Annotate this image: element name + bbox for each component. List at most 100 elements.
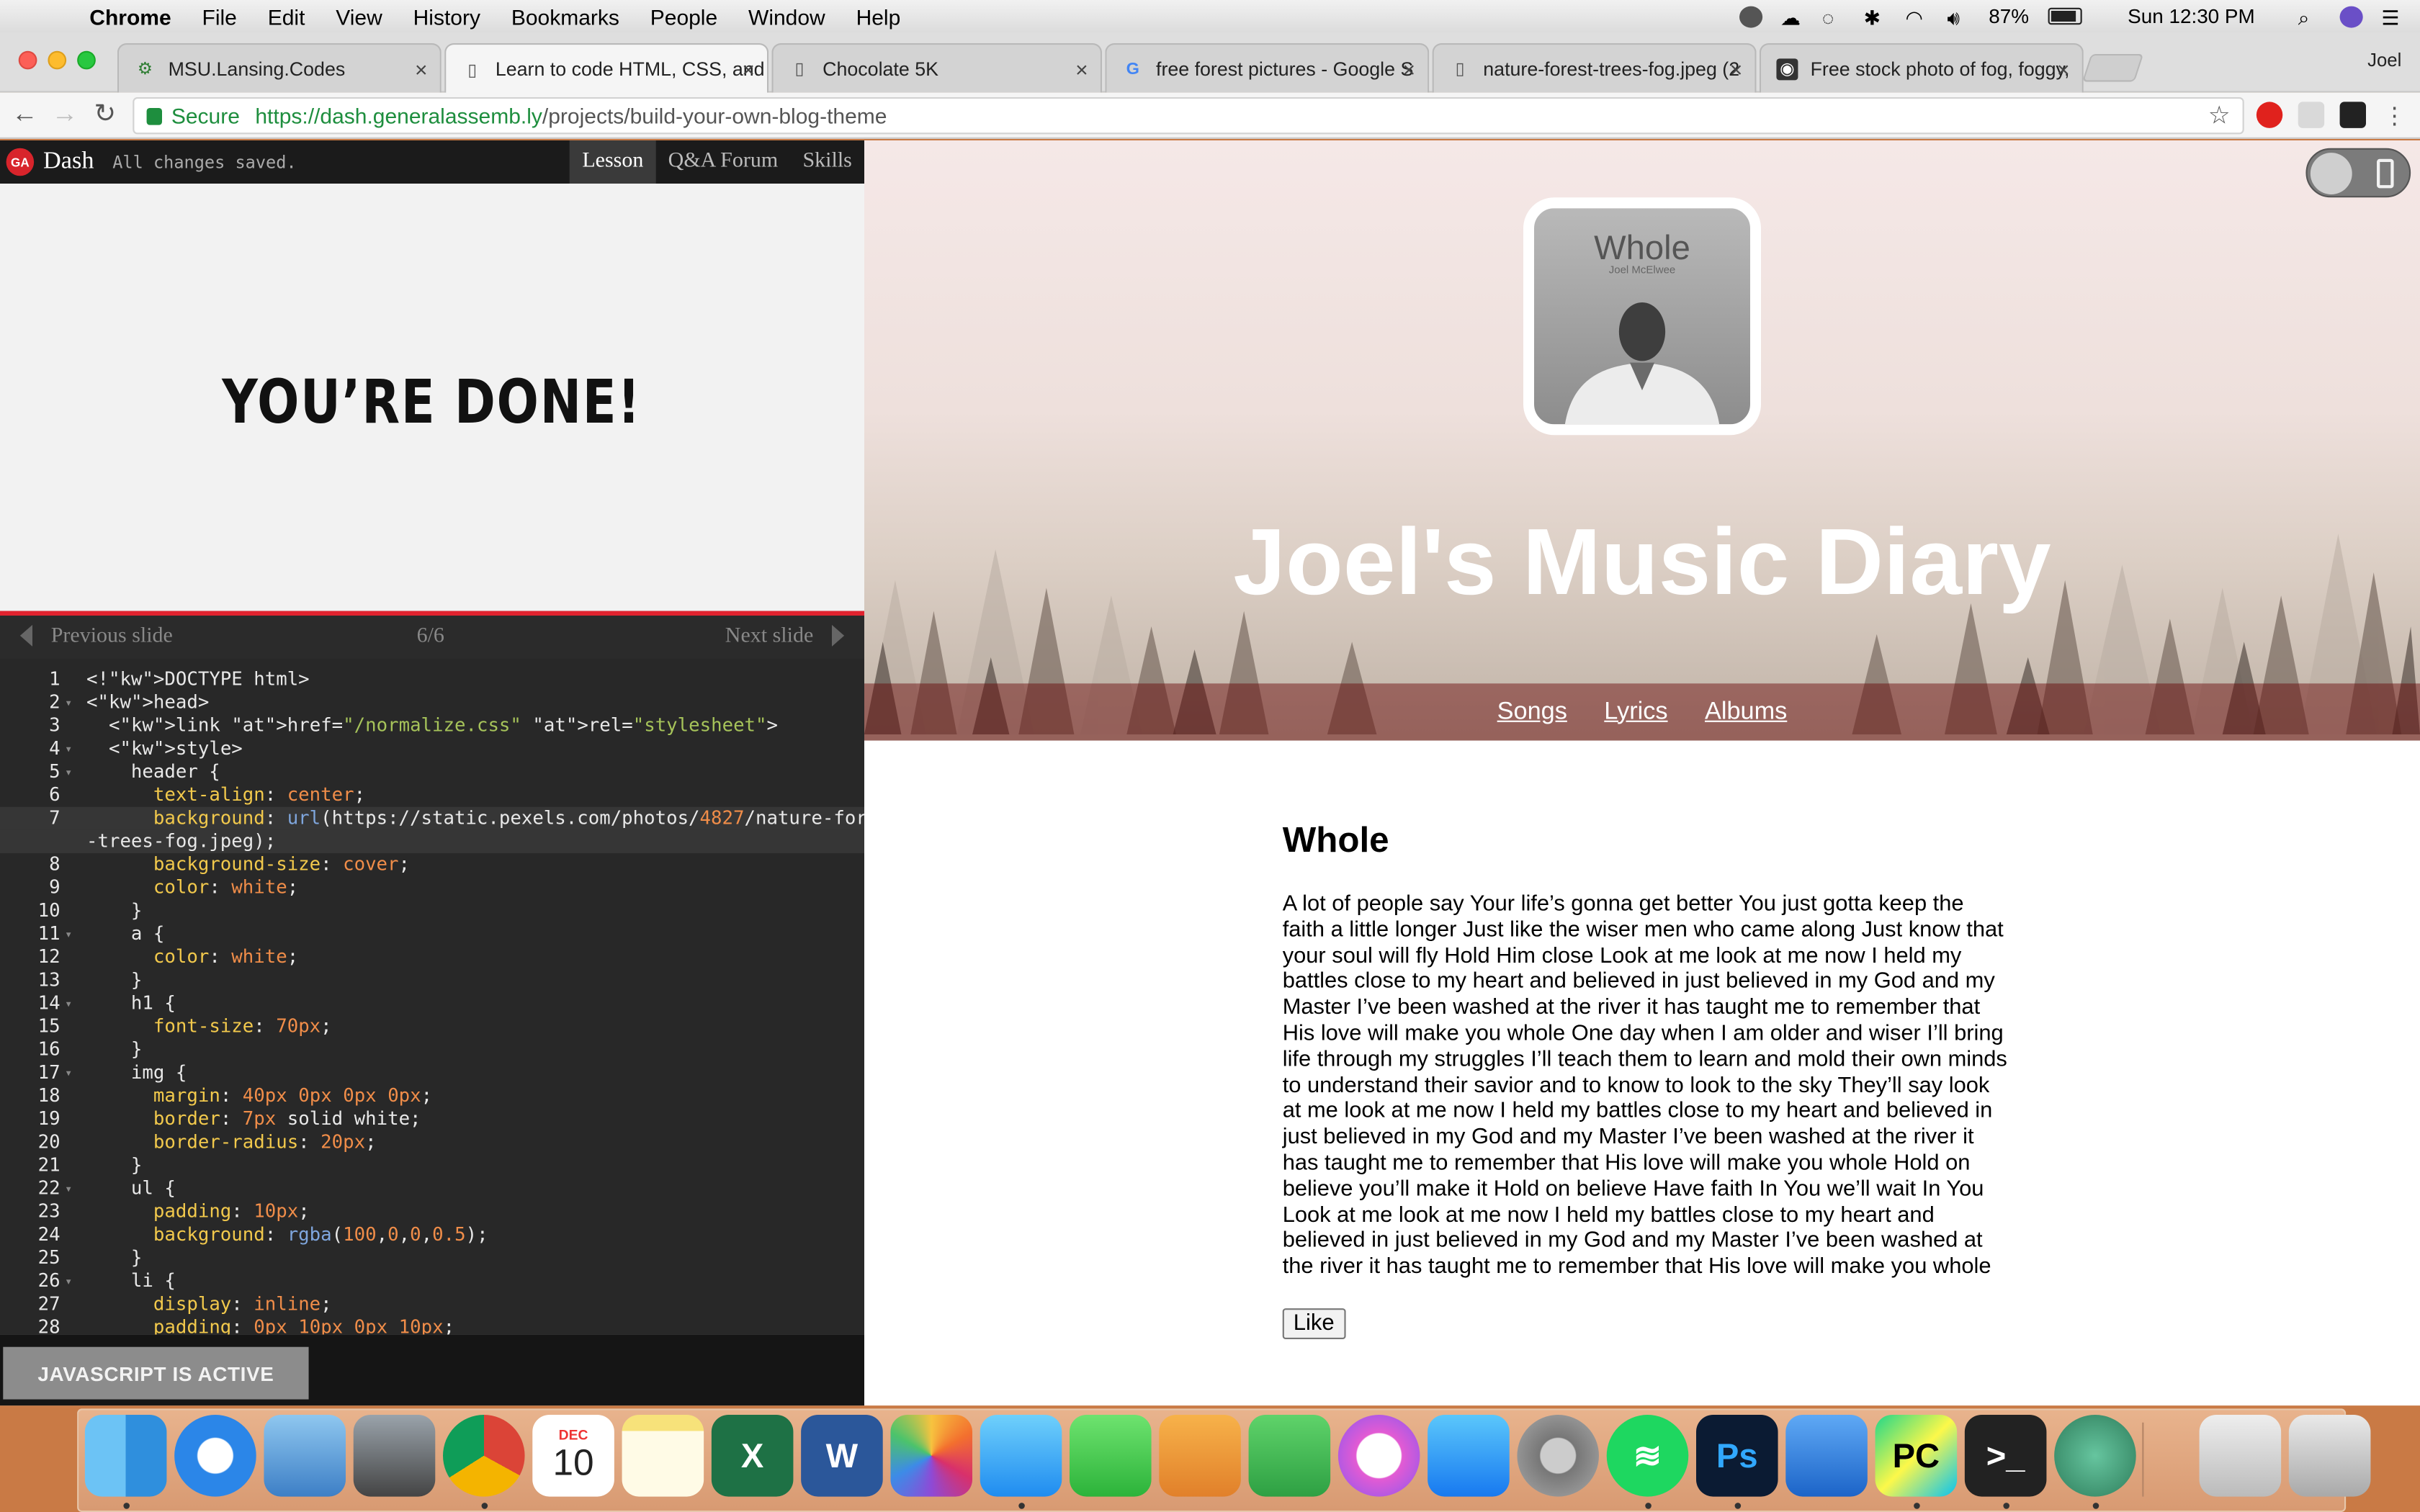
mail-icon[interactable]	[264, 1414, 346, 1497]
menu-bookmarks[interactable]: Bookmarks	[511, 4, 619, 28]
wifi-icon[interactable]: ◠	[1906, 6, 1929, 29]
cloud-upload-icon[interactable]: ☁	[1780, 6, 1803, 29]
word-icon[interactable]: W	[801, 1414, 883, 1497]
code-line[interactable]: 8 background-size: cover;	[0, 853, 864, 876]
close-tab-icon[interactable]: ×	[2057, 57, 2070, 81]
extension-icon[interactable]	[2298, 102, 2325, 128]
clock[interactable]: Sun 12:30 PM	[2128, 4, 2255, 27]
disk-utility-icon[interactable]	[353, 1414, 436, 1497]
code-line[interactable]: 13 }	[0, 969, 864, 992]
address-bar[interactable]: Secure https://dash.generalassemb.ly /pr…	[133, 97, 2244, 135]
new-tab-button[interactable]	[2081, 54, 2144, 82]
trash-icon[interactable]	[2288, 1414, 2371, 1497]
code-line[interactable]: 3 <"kw">link "at">href="/normalize.css" …	[0, 714, 864, 737]
dash-title[interactable]: Dash	[43, 148, 94, 176]
fold-arrow-icon[interactable]: ▾	[65, 922, 72, 945]
pages-icon[interactable]	[1159, 1414, 1241, 1497]
close-window-button[interactable]	[18, 50, 37, 70]
code-line[interactable]: 25 }	[0, 1246, 864, 1269]
code-line[interactable]: 17 ▾ img {	[0, 1061, 864, 1084]
tab-forest-image[interactable]: ▯ nature-forest-trees-fog.jpeg (2 ×	[1432, 43, 1757, 93]
siri-icon[interactable]	[2339, 5, 2363, 27]
code-line[interactable]: 24 background: rgba(100,0,0,0.5);	[0, 1223, 864, 1246]
tab-skills[interactable]: Skills	[790, 140, 864, 184]
tab-qa-forum[interactable]: Q&A Forum	[656, 140, 791, 184]
amazon-extension-icon[interactable]	[2339, 102, 2366, 128]
safari-icon[interactable]	[174, 1414, 256, 1497]
code-line[interactable]: 1 <!"kw">DOCTYPE html>	[0, 668, 864, 691]
xcode-icon[interactable]	[1785, 1414, 1868, 1497]
close-tab-icon[interactable]: ×	[742, 57, 755, 81]
finder-icon[interactable]	[84, 1414, 167, 1509]
reload-icon[interactable]: ↻	[89, 99, 120, 130]
app-store-icon[interactable]	[1428, 1414, 1510, 1497]
code-line[interactable]: 26 ▾ li {	[0, 1270, 864, 1293]
tab-lesson[interactable]: Lesson	[570, 140, 656, 184]
battery-icon[interactable]	[2047, 7, 2081, 25]
close-tab-icon[interactable]: ×	[415, 57, 428, 81]
code-editor[interactable]: 1 <!"kw">DOCTYPE html> 2 ▾ <"kw">head> 3 <"kw…	[0, 659, 864, 1335]
previous-arrow-icon[interactable]	[19, 624, 32, 647]
code-line[interactable]: 28 padding: 0px 10px 0px 10px;	[0, 1316, 864, 1335]
code-line[interactable]: 10 }	[0, 899, 864, 922]
fold-arrow-icon[interactable]: ▾	[65, 1270, 72, 1293]
code-line[interactable]: 2 ▾ <"kw">head>	[0, 691, 864, 714]
itunes-icon[interactable]	[1337, 1414, 1420, 1497]
fold-arrow-icon[interactable]: ▾	[65, 760, 72, 783]
code-line[interactable]: 23 padding: 10px;	[0, 1200, 864, 1223]
spotify-icon[interactable]: ≋	[1606, 1414, 1689, 1509]
close-tab-icon[interactable]: ×	[1730, 57, 1743, 81]
fold-arrow-icon[interactable]: ▾	[65, 737, 72, 760]
chrome-menu-icon[interactable]: ⋮	[2381, 102, 2407, 130]
notification-center-icon[interactable]: ☰	[2381, 6, 2404, 29]
menu-edit[interactable]: Edit	[268, 4, 305, 28]
photoshop-icon[interactable]: Ps	[1696, 1414, 1778, 1509]
facetime-icon[interactable]	[1070, 1414, 1152, 1497]
fold-arrow-icon[interactable]: ▾	[65, 1177, 72, 1200]
zoom-window-button[interactable]	[77, 50, 96, 70]
menu-app-name[interactable]: Chrome	[89, 4, 171, 28]
menu-file[interactable]: File	[202, 4, 237, 28]
nav-link-songs[interactable]: Songs	[1497, 698, 1567, 726]
creative-cloud-icon[interactable]	[1739, 5, 1762, 27]
code-line[interactable]: 7 background: url(https://static.pexels.…	[0, 806, 864, 830]
profile-name[interactable]: Joel	[2367, 50, 2401, 71]
sync-icon[interactable]: ◌	[1822, 6, 1845, 29]
code-line[interactable]: 18 margin: 40px 0px 0px 0px;	[0, 1084, 864, 1107]
code-line[interactable]: 21 }	[0, 1154, 864, 1177]
javascript-status-button[interactable]: JAVASCRIPT IS ACTIVE	[3, 1346, 309, 1400]
excel-icon[interactable]: X	[711, 1414, 794, 1497]
back-arrow-icon[interactable]: ←	[9, 99, 40, 130]
like-button[interactable]: Like	[1282, 1308, 1345, 1339]
code-line[interactable]: 6 text-align: center;	[0, 784, 864, 807]
notes-icon[interactable]	[622, 1414, 704, 1497]
menu-view[interactable]: View	[336, 4, 382, 28]
tab-msu-lansing[interactable]: ⚙ MSU.Lansing.Codes ×	[117, 43, 442, 93]
code-line[interactable]: 27 display: inline;	[0, 1293, 864, 1316]
calendar-icon[interactable]: DEC 10	[532, 1414, 614, 1497]
code-line[interactable]: 20 border-radius: 20px;	[0, 1131, 864, 1154]
fold-arrow-icon[interactable]: ▾	[65, 1061, 72, 1084]
system-preferences-icon[interactable]	[1517, 1414, 1599, 1497]
menu-history[interactable]: History	[413, 4, 480, 28]
bookmark-star-icon[interactable]: ☆	[2208, 100, 2231, 131]
photos-icon[interactable]	[890, 1414, 972, 1497]
mobile-preview-toggle[interactable]	[2305, 148, 2411, 198]
bluetooth-icon[interactable]: ✱	[1864, 6, 1887, 29]
numbers-icon[interactable]	[1248, 1414, 1331, 1497]
forward-arrow-icon[interactable]: →	[50, 99, 81, 130]
atom-icon[interactable]	[2054, 1414, 2136, 1509]
code-line[interactable]: 11 ▾ a {	[0, 922, 864, 945]
code-line[interactable]: 4 ▾ <"kw">style>	[0, 737, 864, 760]
volume-icon[interactable]: 🔊︎	[1947, 6, 1970, 29]
next-slide-button[interactable]: Next slide	[725, 625, 813, 649]
code-line[interactable]: 15 font-size: 70px;	[0, 1015, 864, 1038]
tab-chocolate-5k[interactable]: ▯ Chocolate 5K ×	[771, 43, 1102, 93]
spotlight-search-icon[interactable]: ⌕	[2298, 6, 2321, 29]
chrome-icon[interactable]	[443, 1414, 525, 1509]
code-line[interactable]: -trees-fog.jpeg);	[0, 829, 864, 853]
preview-icon[interactable]	[2199, 1414, 2282, 1497]
messages-icon[interactable]	[980, 1414, 1062, 1509]
code-line[interactable]: 9 color: white;	[0, 876, 864, 899]
pycharm-icon[interactable]: PC	[1875, 1414, 1958, 1509]
